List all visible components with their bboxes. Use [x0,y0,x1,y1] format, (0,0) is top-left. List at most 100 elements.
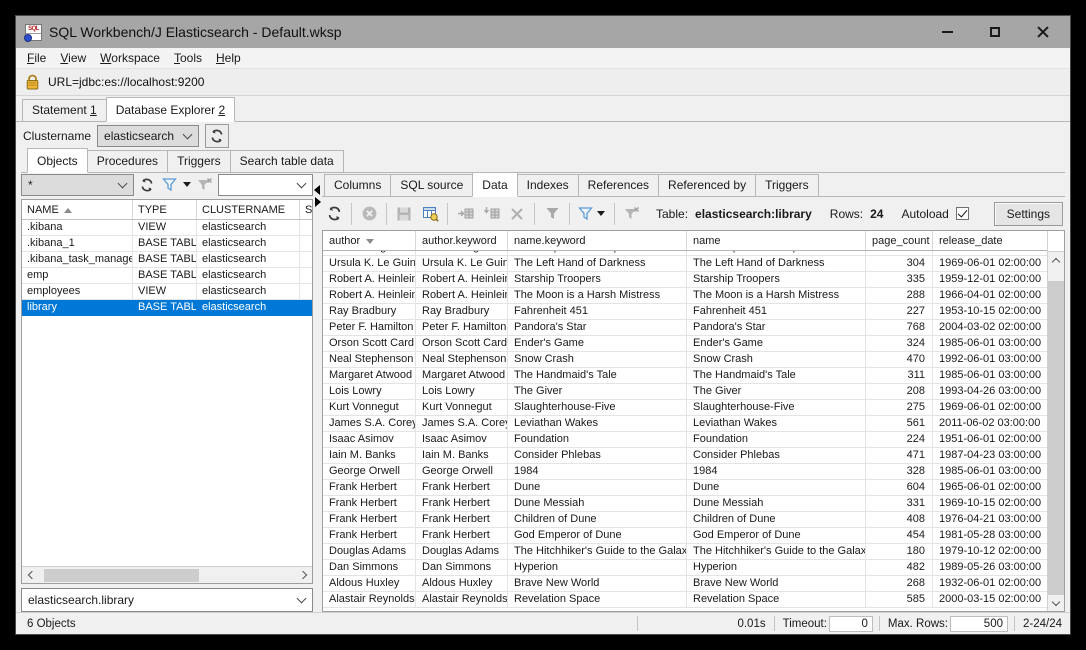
table-row[interactable]: Aldous HuxleyAldous HuxleyBrave New Worl… [323,576,1047,592]
data-vertical-scrollbar[interactable] [1047,231,1064,611]
tab-triggers-detail[interactable]: Triggers [755,174,819,196]
cell [300,300,312,316]
filter-data-button[interactable] [575,202,609,226]
scroll-right-arrow[interactable] [296,567,312,583]
cell: 470 [866,352,933,368]
table-row[interactable]: .kibana_task_managerBASE TABLEelasticsea… [22,252,312,268]
tab-references[interactable]: References [578,174,659,196]
column-header-release-date[interactable]: release_date [933,231,1047,250]
scroll-up-arrow[interactable] [1048,252,1064,268]
table-row[interactable]: empBASE TABLEelasticsearch [22,268,312,284]
tab-objects[interactable]: Objects [27,148,88,173]
cell: elasticsearch [197,284,300,300]
clustername-select[interactable]: elasticsearch [97,125,199,147]
close-button[interactable] [1034,23,1052,41]
update-database-button[interactable] [418,202,442,226]
scroll-left-arrow[interactable] [22,567,38,583]
reload-cluster-button[interactable] [205,124,229,148]
name-filter-combobox[interactable]: * [21,174,134,196]
tab-columns[interactable]: Columns [324,174,391,196]
filter-dropdown-arrow[interactable] [183,182,191,187]
connection-bar: URL=jdbc:es://localhost:9200 [16,69,1070,96]
maximize-button[interactable] [986,23,1004,41]
timeout-input[interactable]: 0 [829,616,873,632]
selected-object-dropdown[interactable]: elasticsearch.library [21,588,313,612]
reset-filter-button[interactable] [196,176,214,194]
table-row[interactable]: Iain M. BanksIain M. BanksConsider Phleb… [323,448,1047,464]
max-rows-input[interactable]: 500 [950,616,1008,632]
tab-search-table-data[interactable]: Search table data [230,150,344,172]
table-row[interactable]: Frank HerbertFrank HerbertDune MessiahDu… [323,496,1047,512]
tab-data[interactable]: Data [472,173,517,197]
table-row[interactable]: Ray BradburyRay BradburyFahrenheit 451Fa… [323,304,1047,320]
table-row[interactable]: Alastair ReynoldsAlastair ReynoldsRevela… [323,592,1047,608]
minimize-button[interactable] [938,23,956,41]
table-row[interactable]: James S.A. CoreyJames S.A. CoreyLeviatha… [323,416,1047,432]
tab-triggers[interactable]: Triggers [167,150,231,172]
status-bar: 6 Objects 0.01s Timeout: 0 Max. Rows: 50… [16,612,1070,634]
tab-sql-source[interactable]: SQL source [390,174,473,196]
table-row[interactable]: Neal StephensonNeal StephensonSnow Crash… [323,352,1047,368]
reload-objects-button[interactable] [138,176,156,194]
table-row[interactable]: .kibanaVIEWelasticsearch [22,220,312,236]
cell: 208 [866,384,933,400]
scroll-down-arrow[interactable] [1048,595,1064,611]
column-header-type[interactable]: TYPE [133,200,197,219]
cell: Children of Dune [508,512,687,528]
table-row[interactable]: Isaac AsimovIsaac AsimovFoundationFounda… [323,432,1047,448]
settings-button[interactable]: Settings [994,202,1063,226]
cell: Alastair Reynolds [416,592,508,608]
column-header-name-keyword[interactable]: name.keyword [508,231,687,250]
objects-horizontal-scrollbar[interactable] [22,566,312,583]
split-divider[interactable] [313,173,322,612]
table-row[interactable]: Ursula K. Le GuinUrsula K. Le GuinThe Le… [323,256,1047,272]
collapse-right-icon[interactable] [315,197,321,207]
column-header-name[interactable]: NAME [22,200,133,219]
table-row[interactable]: Margaret AtwoodMargaret AtwoodThe Handma… [323,368,1047,384]
column-header-name[interactable]: name [687,231,866,250]
cell: 1969-06-01 02:00:00 [933,256,1047,272]
table-row[interactable]: Robert A. HeinleinRobert A. HeinleinStar… [323,272,1047,288]
refresh-data-button[interactable] [322,202,346,226]
tab-statement-1[interactable]: Statement 1 [22,99,107,121]
cell: VIEW [133,284,197,300]
menu-workspace[interactable]: Workspace [93,49,167,67]
table-row[interactable]: Robert A. HeinleinRobert A. HeinleinThe … [323,288,1047,304]
scrollbar-thumb[interactable] [44,569,199,582]
column-header-author-keyword[interactable]: author.keyword [416,231,508,250]
table-row[interactable]: Frank HerbertFrank HerbertGod Emperor of… [323,528,1047,544]
filter-dropdown-arrow[interactable] [597,211,605,216]
tab-referenced-by[interactable]: Referenced by [658,174,756,196]
menu-help[interactable]: Help [209,49,248,67]
column-header-clustername[interactable]: CLUSTERNAME [197,200,300,219]
column-header-page-count[interactable]: page_count [866,231,933,250]
table-row[interactable]: Douglas AdamsDouglas AdamsThe Hitchhiker… [323,544,1047,560]
table-row[interactable]: libraryBASE TABLEelasticsearch [22,300,312,316]
menu-view[interactable]: View [53,49,93,67]
cell: The Handmaid's Tale [687,368,866,384]
filter-button[interactable] [160,176,178,194]
collapse-left-icon[interactable] [314,185,320,195]
cell: The Hitchhiker's Guide to the Galaxy [687,544,866,560]
object-search-combobox[interactable] [218,174,313,196]
table-row[interactable]: Orson Scott CardOrson Scott CardEnder's … [323,336,1047,352]
tab-indexes[interactable]: Indexes [517,174,579,196]
app-icon: SQL [25,24,42,41]
table-row[interactable]: Lois LowryLois LowryThe GiverThe Giver20… [323,384,1047,400]
table-row[interactable]: Frank HerbertFrank HerbertChildren of Du… [323,512,1047,528]
menu-tools[interactable]: Tools [167,49,209,67]
autoload-checkbox[interactable] [956,207,969,220]
table-row[interactable]: Frank HerbertFrank HerbertDuneDune604196… [323,480,1047,496]
table-row[interactable]: .kibana_1BASE TABLEelasticsearch [22,236,312,252]
menu-file[interactable]: File [20,49,53,67]
table-row[interactable]: Dan SimmonsDan SimmonsHyperionHyperion48… [323,560,1047,576]
table-row[interactable]: Peter F. HamiltonPeter F. HamiltonPandor… [323,320,1047,336]
table-row[interactable]: employeesVIEWelasticsearch [22,284,312,300]
column-header-author[interactable]: author [323,231,416,250]
scrollbar-thumb[interactable] [1048,281,1064,595]
table-row[interactable]: George OrwellGeorge Orwell19841984328198… [323,464,1047,480]
column-header-schema[interactable]: S [300,200,312,219]
table-row[interactable]: Kurt VonnegutKurt VonnegutSlaughterhouse… [323,400,1047,416]
tab-procedures[interactable]: Procedures [87,150,168,172]
tab-database-explorer-2[interactable]: Database Explorer 2 [106,97,235,122]
